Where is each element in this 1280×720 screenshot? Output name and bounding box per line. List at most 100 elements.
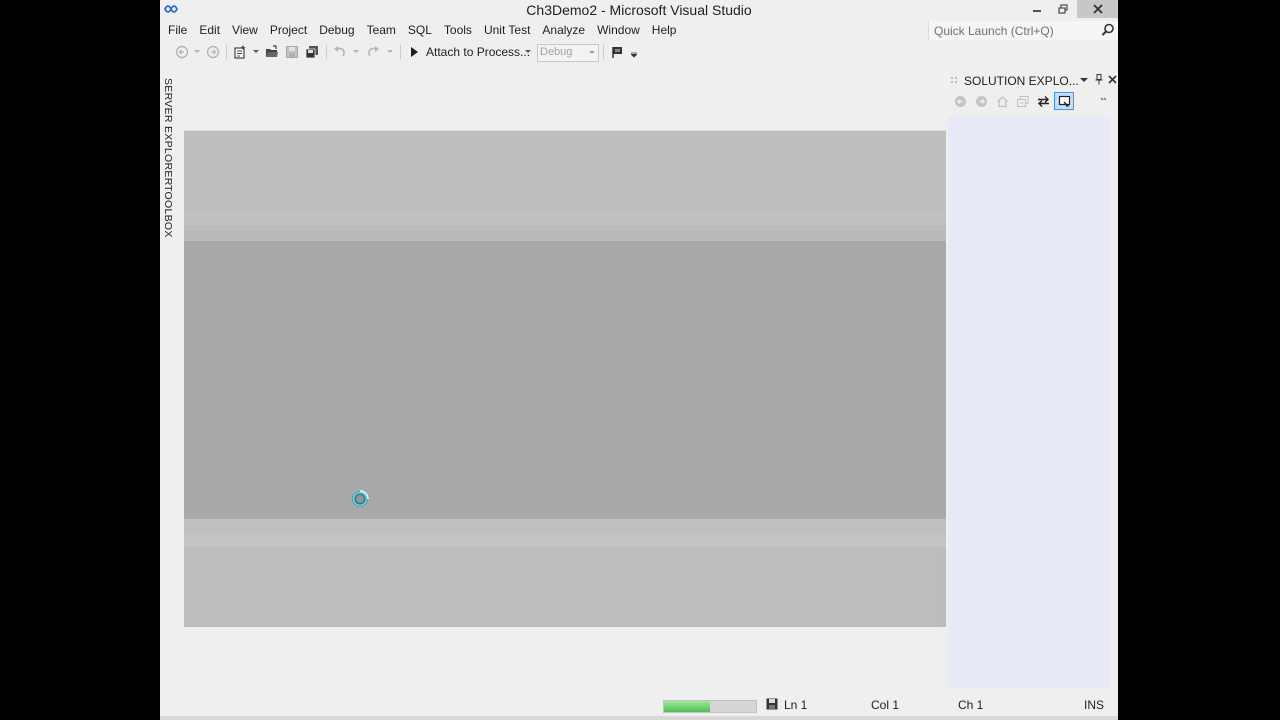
toolbar-separator: [226, 45, 227, 59]
flag-icon: [612, 47, 622, 58]
solution-configuration-dropdown[interactable]: Debug: [537, 44, 599, 62]
auto-hide-button[interactable]: [1093, 73, 1105, 86]
pane-border: [1110, 116, 1118, 688]
start-page-content-band: [184, 241, 946, 519]
minimize-button[interactable]: [1024, 0, 1050, 18]
close-pane-button[interactable]: [1106, 73, 1118, 86]
undo-icon: [334, 46, 345, 57]
forward-arrow-icon: [206, 45, 220, 59]
start-page-band: [184, 213, 946, 225]
server-explorer-tab[interactable]: SERVER EXPLORER: [162, 78, 174, 186]
chevron-down-icon: [1080, 77, 1088, 82]
toolbar-separator: [400, 45, 401, 59]
undo-button[interactable]: [332, 44, 348, 60]
start-debugging-button[interactable]: [406, 44, 422, 60]
menu-unit-test[interactable]: Unit Test: [478, 20, 536, 40]
start-page-footer-band: [184, 547, 940, 627]
visual-studio-logo-icon: [164, 5, 178, 13]
menu-project[interactable]: Project: [264, 20, 313, 40]
solution-explorer-title: SOLUTION EXPLO...: [964, 74, 1079, 88]
preview-icon: [1058, 95, 1070, 107]
save-all-button[interactable]: [304, 44, 320, 60]
standard-toolbar: Attach to Process... Debug: [160, 42, 860, 62]
se-toolbar-overflow-button[interactable]: [1098, 93, 1110, 109]
back-arrow-icon: [954, 95, 966, 107]
new-dropdown-icon[interactable]: [253, 49, 259, 55]
menu-tools[interactable]: Tools: [438, 20, 478, 40]
solution-explorer-header[interactable]: SOLUTION EXPLO...: [948, 72, 1118, 88]
status-progress-bar: [663, 700, 757, 713]
undo-dropdown-icon[interactable]: [353, 49, 359, 55]
start-page-band: [184, 225, 946, 239]
sync-arrows-icon: [1037, 95, 1049, 107]
redo-button[interactable]: [365, 44, 381, 60]
left-auto-hide-strip: SERVER EXPLORER TOOLBOX: [160, 70, 180, 270]
se-home-button[interactable]: [994, 93, 1010, 109]
toolbar-separator: [326, 45, 327, 59]
redo-dropdown-icon[interactable]: [387, 49, 393, 55]
toolbar-separator: [603, 45, 604, 59]
restore-icon: [1058, 4, 1068, 14]
start-page-band: [184, 533, 946, 547]
navigate-back-button[interactable]: [174, 44, 190, 60]
status-character: Ch 1: [958, 698, 984, 712]
solution-explorer-tree[interactable]: [948, 116, 1110, 688]
drag-grip-icon[interactable]: [950, 76, 958, 84]
menu-view[interactable]: View: [226, 20, 264, 40]
back-dropdown-icon[interactable]: [194, 49, 200, 55]
menu-team[interactable]: Team: [361, 20, 402, 40]
se-collapse-all-button[interactable]: [1014, 93, 1030, 109]
close-button[interactable]: [1077, 0, 1118, 18]
se-forward-button[interactable]: [973, 93, 989, 109]
se-preview-selected-items-button[interactable]: [1054, 92, 1074, 110]
collapse-all-icon: [1016, 95, 1028, 107]
save-icon: [286, 46, 298, 58]
menu-window[interactable]: Window: [591, 20, 646, 40]
status-bar: Ln 1 Col 1 Ch 1 INS: [160, 694, 1118, 716]
pin-icon: [1095, 74, 1103, 85]
se-back-button[interactable]: [952, 93, 968, 109]
title-bar[interactable]: Ch3Demo2 - Microsoft Visual Studio: [160, 0, 1118, 20]
menu-analyze[interactable]: Analyze: [536, 20, 591, 40]
toolbar-options-icon[interactable]: [631, 52, 637, 58]
new-project-button[interactable]: [232, 44, 248, 60]
se-sync-button[interactable]: [1035, 93, 1051, 109]
quick-launch-placeholder: Quick Launch (Ctrl+Q): [934, 24, 1054, 38]
attach-to-process-button[interactable]: Attach to Process...: [426, 45, 530, 59]
menu-sql[interactable]: SQL: [402, 20, 438, 40]
attach-dropdown-icon[interactable]: [525, 49, 531, 55]
start-page-band: [184, 519, 946, 533]
busy-spinner-icon: [352, 490, 369, 507]
restore-button[interactable]: [1050, 0, 1076, 18]
menu-file[interactable]: File: [162, 20, 193, 40]
home-icon: [996, 95, 1008, 107]
forward-arrow-icon: [975, 95, 987, 107]
navigate-forward-button[interactable]: [205, 44, 221, 60]
open-file-button[interactable]: [264, 44, 280, 60]
quick-launch-input[interactable]: Quick Launch (Ctrl+Q): [928, 21, 1118, 40]
window-position-button[interactable]: [1078, 73, 1090, 86]
window-title: Ch3Demo2 - Microsoft Visual Studio: [526, 2, 752, 18]
menu-bar: File Edit View Project Debug Team SQL To…: [160, 20, 682, 40]
toolbox-tab[interactable]: TOOLBOX: [162, 185, 174, 238]
save-all-icon: [305, 46, 318, 59]
configuration-value: Debug: [540, 46, 573, 58]
new-project-icon: [234, 45, 246, 59]
minimize-icon: [1033, 10, 1041, 12]
play-icon: [411, 47, 418, 57]
menu-debug[interactable]: Debug: [313, 20, 360, 40]
overflow-chevron-icon: [1100, 97, 1107, 101]
close-icon: [1092, 4, 1103, 14]
close-icon: [1107, 75, 1117, 84]
start-page-loading-area: [184, 130, 946, 627]
status-line: Ln 1: [784, 698, 808, 712]
chevron-down-icon: [589, 51, 595, 54]
back-arrow-icon: [175, 45, 189, 59]
find-in-files-button[interactable]: [610, 44, 626, 60]
save-button[interactable]: [284, 44, 300, 60]
menu-edit[interactable]: Edit: [193, 20, 226, 40]
visual-studio-window: Ch3Demo2 - Microsoft Visual Studio File …: [160, 0, 1118, 720]
open-folder-icon: [266, 45, 278, 57]
menu-help[interactable]: Help: [646, 20, 683, 40]
search-icon: [1101, 23, 1114, 36]
